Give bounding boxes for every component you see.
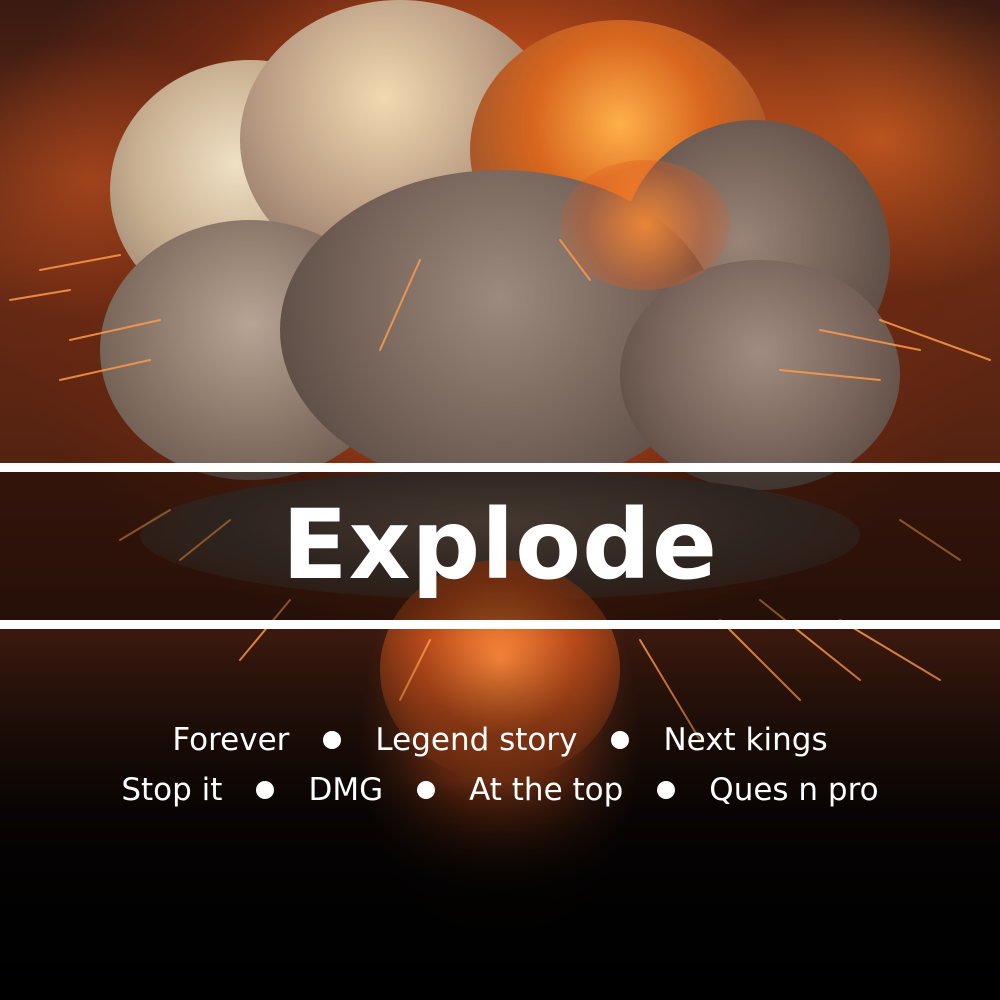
bottom-fade (0, 640, 1000, 1000)
bullet-dot-icon (256, 781, 275, 799)
tag-item: Stop it (121, 772, 223, 808)
title-rule-bottom (0, 620, 1000, 629)
tag-item: Next kings (663, 722, 828, 758)
title-rule-top (0, 463, 1000, 472)
poster-canvas: Explode Forever Legend story Next kings … (0, 0, 1000, 1000)
tag-item: At the top (469, 772, 624, 808)
tag-row-2: Stop it DMG At the top Ques n pro (0, 768, 1000, 812)
tag-item: Forever (172, 722, 290, 758)
bullet-dot-icon (417, 781, 436, 799)
page-title: Explode (282, 489, 718, 601)
bullet-dot-icon (611, 731, 630, 749)
bullet-dot-icon (323, 731, 342, 749)
tag-row-1: Forever Legend story Next kings (0, 718, 1000, 762)
bullet-dot-icon (657, 781, 676, 799)
tag-item: Legend story (375, 722, 578, 758)
tag-item: Ques n pro (709, 772, 879, 808)
tag-item: DMG (308, 772, 384, 808)
